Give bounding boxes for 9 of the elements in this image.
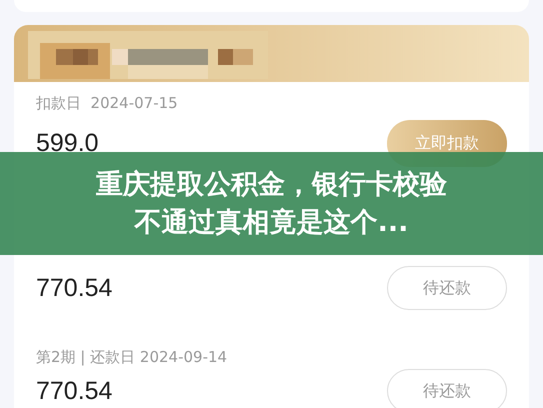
deduction-date-label: 扣款日 2024-07-15 xyxy=(36,93,179,113)
status-button[interactable]: 待还款 xyxy=(387,369,507,408)
status-button[interactable]: 待还款 xyxy=(387,266,507,310)
amount: 770.54 xyxy=(36,274,112,302)
banner-title: 不通过真相竟是这个... xyxy=(134,206,408,240)
amount: 599.0 xyxy=(36,129,99,158)
installment-label: 第2期 | 还款日 2024-09-14 xyxy=(36,347,228,367)
banner-title: 重庆提取公积金，银行卡校验 xyxy=(96,168,447,202)
amount: 770.54 xyxy=(36,376,112,406)
